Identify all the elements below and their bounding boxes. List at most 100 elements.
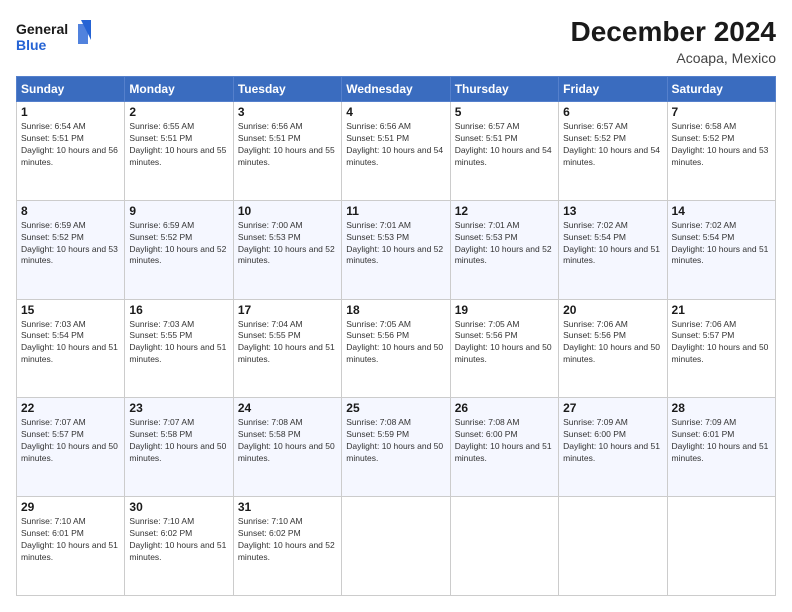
day-info: Sunrise: 6:59 AMSunset: 5:52 PMDaylight:… xyxy=(129,220,226,266)
day-info: Sunrise: 7:07 AMSunset: 5:58 PMDaylight:… xyxy=(129,417,226,463)
day-number: 15 xyxy=(21,303,120,317)
calendar-cell: 24 Sunrise: 7:08 AMSunset: 5:58 PMDaylig… xyxy=(233,398,341,497)
calendar-cell: 22 Sunrise: 7:07 AMSunset: 5:57 PMDaylig… xyxy=(17,398,125,497)
day-info: Sunrise: 6:58 AMSunset: 5:52 PMDaylight:… xyxy=(672,121,769,167)
calendar-cell: 4 Sunrise: 6:56 AMSunset: 5:51 PMDayligh… xyxy=(342,102,450,201)
calendar-cell xyxy=(342,497,450,596)
day-number: 9 xyxy=(129,204,228,218)
day-info: Sunrise: 6:56 AMSunset: 5:51 PMDaylight:… xyxy=(346,121,443,167)
calendar-cell: 6 Sunrise: 6:57 AMSunset: 5:52 PMDayligh… xyxy=(559,102,667,201)
calendar-cell: 2 Sunrise: 6:55 AMSunset: 5:51 PMDayligh… xyxy=(125,102,233,201)
day-number: 1 xyxy=(21,105,120,119)
day-number: 8 xyxy=(21,204,120,218)
col-tuesday: Tuesday xyxy=(233,77,341,102)
header-row: Sunday Monday Tuesday Wednesday Thursday… xyxy=(17,77,776,102)
day-info: Sunrise: 7:08 AMSunset: 5:58 PMDaylight:… xyxy=(238,417,335,463)
calendar-cell xyxy=(559,497,667,596)
calendar-cell: 7 Sunrise: 6:58 AMSunset: 5:52 PMDayligh… xyxy=(667,102,775,201)
col-saturday: Saturday xyxy=(667,77,775,102)
day-info: Sunrise: 7:10 AMSunset: 6:02 PMDaylight:… xyxy=(129,516,226,562)
col-thursday: Thursday xyxy=(450,77,558,102)
calendar-cell: 16 Sunrise: 7:03 AMSunset: 5:55 PMDaylig… xyxy=(125,299,233,398)
calendar-cell: 30 Sunrise: 7:10 AMSunset: 6:02 PMDaylig… xyxy=(125,497,233,596)
day-number: 10 xyxy=(238,204,337,218)
day-number: 2 xyxy=(129,105,228,119)
week-row-5: 29 Sunrise: 7:10 AMSunset: 6:01 PMDaylig… xyxy=(17,497,776,596)
day-info: Sunrise: 6:55 AMSunset: 5:51 PMDaylight:… xyxy=(129,121,226,167)
calendar-cell: 1 Sunrise: 6:54 AMSunset: 5:51 PMDayligh… xyxy=(17,102,125,201)
calendar-cell: 15 Sunrise: 7:03 AMSunset: 5:54 PMDaylig… xyxy=(17,299,125,398)
day-number: 18 xyxy=(346,303,445,317)
day-info: Sunrise: 7:08 AMSunset: 6:00 PMDaylight:… xyxy=(455,417,552,463)
calendar-page: General Blue December 2024 Acoapa, Mexic… xyxy=(0,0,792,612)
day-info: Sunrise: 6:57 AMSunset: 5:52 PMDaylight:… xyxy=(563,121,660,167)
day-number: 5 xyxy=(455,105,554,119)
calendar-cell: 21 Sunrise: 7:06 AMSunset: 5:57 PMDaylig… xyxy=(667,299,775,398)
day-number: 11 xyxy=(346,204,445,218)
col-monday: Monday xyxy=(125,77,233,102)
day-info: Sunrise: 7:09 AMSunset: 6:00 PMDaylight:… xyxy=(563,417,660,463)
day-number: 30 xyxy=(129,500,228,514)
day-info: Sunrise: 7:06 AMSunset: 5:56 PMDaylight:… xyxy=(563,319,660,365)
calendar-cell: 11 Sunrise: 7:01 AMSunset: 5:53 PMDaylig… xyxy=(342,200,450,299)
calendar-cell: 23 Sunrise: 7:07 AMSunset: 5:58 PMDaylig… xyxy=(125,398,233,497)
day-info: Sunrise: 7:08 AMSunset: 5:59 PMDaylight:… xyxy=(346,417,443,463)
svg-text:General: General xyxy=(16,21,68,37)
day-number: 29 xyxy=(21,500,120,514)
calendar-cell: 27 Sunrise: 7:09 AMSunset: 6:00 PMDaylig… xyxy=(559,398,667,497)
calendar-cell: 20 Sunrise: 7:06 AMSunset: 5:56 PMDaylig… xyxy=(559,299,667,398)
week-row-4: 22 Sunrise: 7:07 AMSunset: 5:57 PMDaylig… xyxy=(17,398,776,497)
calendar-cell: 13 Sunrise: 7:02 AMSunset: 5:54 PMDaylig… xyxy=(559,200,667,299)
day-number: 6 xyxy=(563,105,662,119)
day-number: 27 xyxy=(563,401,662,415)
col-friday: Friday xyxy=(559,77,667,102)
calendar-cell: 31 Sunrise: 7:10 AMSunset: 6:02 PMDaylig… xyxy=(233,497,341,596)
logo: General Blue xyxy=(16,16,96,61)
day-info: Sunrise: 7:05 AMSunset: 5:56 PMDaylight:… xyxy=(346,319,443,365)
col-sunday: Sunday xyxy=(17,77,125,102)
calendar-cell: 10 Sunrise: 7:00 AMSunset: 5:53 PMDaylig… xyxy=(233,200,341,299)
day-info: Sunrise: 7:01 AMSunset: 5:53 PMDaylight:… xyxy=(455,220,552,266)
day-info: Sunrise: 7:05 AMSunset: 5:56 PMDaylight:… xyxy=(455,319,552,365)
day-number: 25 xyxy=(346,401,445,415)
calendar-cell: 19 Sunrise: 7:05 AMSunset: 5:56 PMDaylig… xyxy=(450,299,558,398)
day-number: 12 xyxy=(455,204,554,218)
calendar-cell: 5 Sunrise: 6:57 AMSunset: 5:51 PMDayligh… xyxy=(450,102,558,201)
day-number: 13 xyxy=(563,204,662,218)
day-number: 3 xyxy=(238,105,337,119)
svg-text:Blue: Blue xyxy=(16,37,47,53)
day-number: 28 xyxy=(672,401,771,415)
day-number: 7 xyxy=(672,105,771,119)
day-number: 24 xyxy=(238,401,337,415)
day-info: Sunrise: 7:04 AMSunset: 5:55 PMDaylight:… xyxy=(238,319,335,365)
day-info: Sunrise: 7:03 AMSunset: 5:55 PMDaylight:… xyxy=(129,319,226,365)
day-number: 19 xyxy=(455,303,554,317)
day-info: Sunrise: 6:54 AMSunset: 5:51 PMDaylight:… xyxy=(21,121,118,167)
calendar-cell: 26 Sunrise: 7:08 AMSunset: 6:00 PMDaylig… xyxy=(450,398,558,497)
day-info: Sunrise: 6:59 AMSunset: 5:52 PMDaylight:… xyxy=(21,220,118,266)
calendar-table: Sunday Monday Tuesday Wednesday Thursday… xyxy=(16,76,776,596)
week-row-2: 8 Sunrise: 6:59 AMSunset: 5:52 PMDayligh… xyxy=(17,200,776,299)
calendar-cell: 29 Sunrise: 7:10 AMSunset: 6:01 PMDaylig… xyxy=(17,497,125,596)
day-info: Sunrise: 7:10 AMSunset: 6:01 PMDaylight:… xyxy=(21,516,118,562)
calendar-cell: 14 Sunrise: 7:02 AMSunset: 5:54 PMDaylig… xyxy=(667,200,775,299)
calendar-cell xyxy=(667,497,775,596)
day-number: 14 xyxy=(672,204,771,218)
calendar-cell: 17 Sunrise: 7:04 AMSunset: 5:55 PMDaylig… xyxy=(233,299,341,398)
day-info: Sunrise: 7:01 AMSunset: 5:53 PMDaylight:… xyxy=(346,220,443,266)
month-title: December 2024 xyxy=(571,16,776,48)
calendar-cell: 25 Sunrise: 7:08 AMSunset: 5:59 PMDaylig… xyxy=(342,398,450,497)
week-row-1: 1 Sunrise: 6:54 AMSunset: 5:51 PMDayligh… xyxy=(17,102,776,201)
day-number: 20 xyxy=(563,303,662,317)
logo-icon: General Blue xyxy=(16,16,96,56)
day-info: Sunrise: 7:06 AMSunset: 5:57 PMDaylight:… xyxy=(672,319,769,365)
day-info: Sunrise: 7:09 AMSunset: 6:01 PMDaylight:… xyxy=(672,417,769,463)
header: General Blue December 2024 Acoapa, Mexic… xyxy=(16,16,776,66)
day-number: 26 xyxy=(455,401,554,415)
day-number: 21 xyxy=(672,303,771,317)
calendar-cell: 8 Sunrise: 6:59 AMSunset: 5:52 PMDayligh… xyxy=(17,200,125,299)
day-info: Sunrise: 7:07 AMSunset: 5:57 PMDaylight:… xyxy=(21,417,118,463)
calendar-cell: 18 Sunrise: 7:05 AMSunset: 5:56 PMDaylig… xyxy=(342,299,450,398)
col-wednesday: Wednesday xyxy=(342,77,450,102)
day-info: Sunrise: 7:10 AMSunset: 6:02 PMDaylight:… xyxy=(238,516,335,562)
